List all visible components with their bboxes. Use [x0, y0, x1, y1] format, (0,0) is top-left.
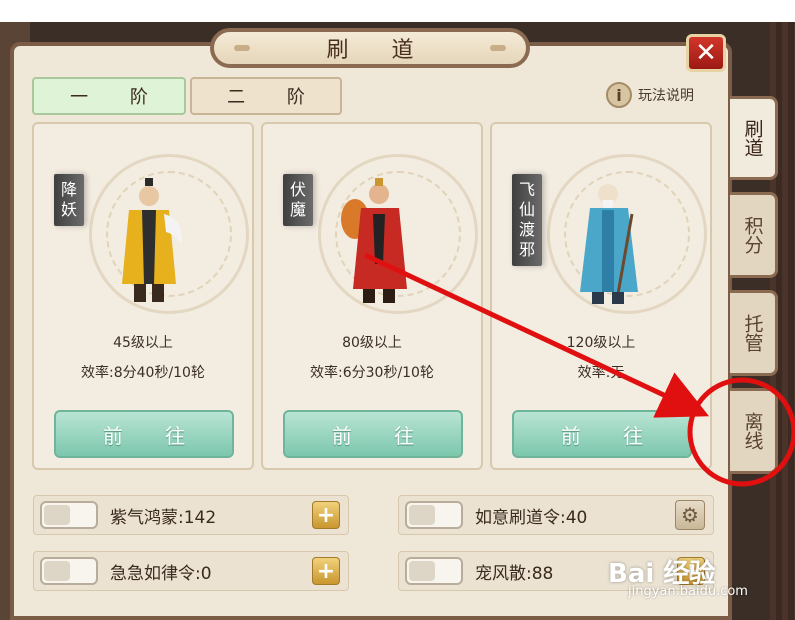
character-feixian: [580, 184, 638, 304]
character-xiangyao: [122, 178, 183, 302]
tab-tier-1[interactable]: 一 阶: [32, 77, 186, 115]
level-requirement: 45级以上: [113, 335, 173, 351]
item-label: 急急如律令:0: [110, 563, 212, 584]
efficiency-text: 效率:6分30秒/10轮: [310, 365, 434, 381]
side-tab-label: 刷道: [741, 119, 764, 157]
item-toggle[interactable]: [40, 557, 98, 585]
go-button[interactable]: 前 往: [283, 410, 463, 458]
item-row-jiji: 急急如律令:0 +: [33, 551, 349, 591]
item-label: 紫气鸿蒙:142: [110, 507, 217, 528]
help-link[interactable]: i 玩法说明: [606, 82, 694, 108]
dialog-title: 刷 道: [326, 38, 432, 63]
item-toggle[interactable]: [405, 501, 463, 529]
title-deco-left: [234, 45, 250, 51]
item-toggle[interactable]: [40, 501, 98, 529]
info-icon: i: [606, 82, 632, 108]
level-requirement: 80级以上: [342, 335, 402, 351]
gear-icon[interactable]: ⚙: [675, 500, 705, 530]
help-label: 玩法说明: [638, 88, 694, 104]
item-label: 如意刷道令:40: [475, 507, 588, 528]
close-icon: ✕: [695, 38, 717, 68]
mode-card-fumo: 伏魔 80级以上 效率:6分30秒/10轮 前 往: [261, 122, 483, 470]
mode-name: 降妖: [54, 174, 84, 226]
side-tab-shuadao[interactable]: 刷道: [730, 96, 778, 180]
close-button[interactable]: ✕: [686, 34, 726, 72]
top-white-strip: [0, 0, 795, 22]
go-button[interactable]: 前 往: [54, 410, 234, 458]
plus-icon[interactable]: +: [312, 557, 340, 585]
efficiency-text: 效率:无: [577, 365, 625, 381]
side-tab-lixian[interactable]: 离线: [730, 388, 778, 474]
mode-name: 飞仙渡邪: [512, 174, 542, 266]
item-row-ruyi: 如意刷道令:40 ⚙: [398, 495, 714, 535]
character-fumo: [341, 178, 407, 303]
level-requirement: 120级以上: [566, 335, 636, 351]
mode-card-feixian: 飞仙渡邪 120级以上 效率:无 前 往: [490, 122, 712, 470]
side-tab-label: 积分: [741, 216, 764, 254]
item-row-ziqi: 紫气鸿蒙:142 +: [33, 495, 349, 535]
efficiency-text: 效率:8分40秒/10轮: [81, 365, 205, 381]
side-tab-label: 托管: [741, 314, 764, 352]
item-toggle[interactable]: [405, 557, 463, 585]
title-plate: 刷 道: [210, 28, 530, 68]
mode-card-xiangyao: 降妖 45级以上 效率:8分40秒/10轮 前 往: [32, 122, 254, 470]
side-tab-jifen[interactable]: 积分: [730, 192, 778, 278]
plus-icon[interactable]: +: [312, 501, 340, 529]
go-button[interactable]: 前 往: [512, 410, 692, 458]
mode-name: 伏魔: [283, 174, 313, 226]
watermark-url: jingyan.baidu.com: [628, 584, 748, 599]
title-deco-right: [490, 45, 506, 51]
side-tab-label: 离线: [741, 412, 764, 450]
side-tab-tuoguan[interactable]: 托管: [730, 290, 778, 376]
tab-tier-2[interactable]: 二 阶: [190, 77, 342, 115]
